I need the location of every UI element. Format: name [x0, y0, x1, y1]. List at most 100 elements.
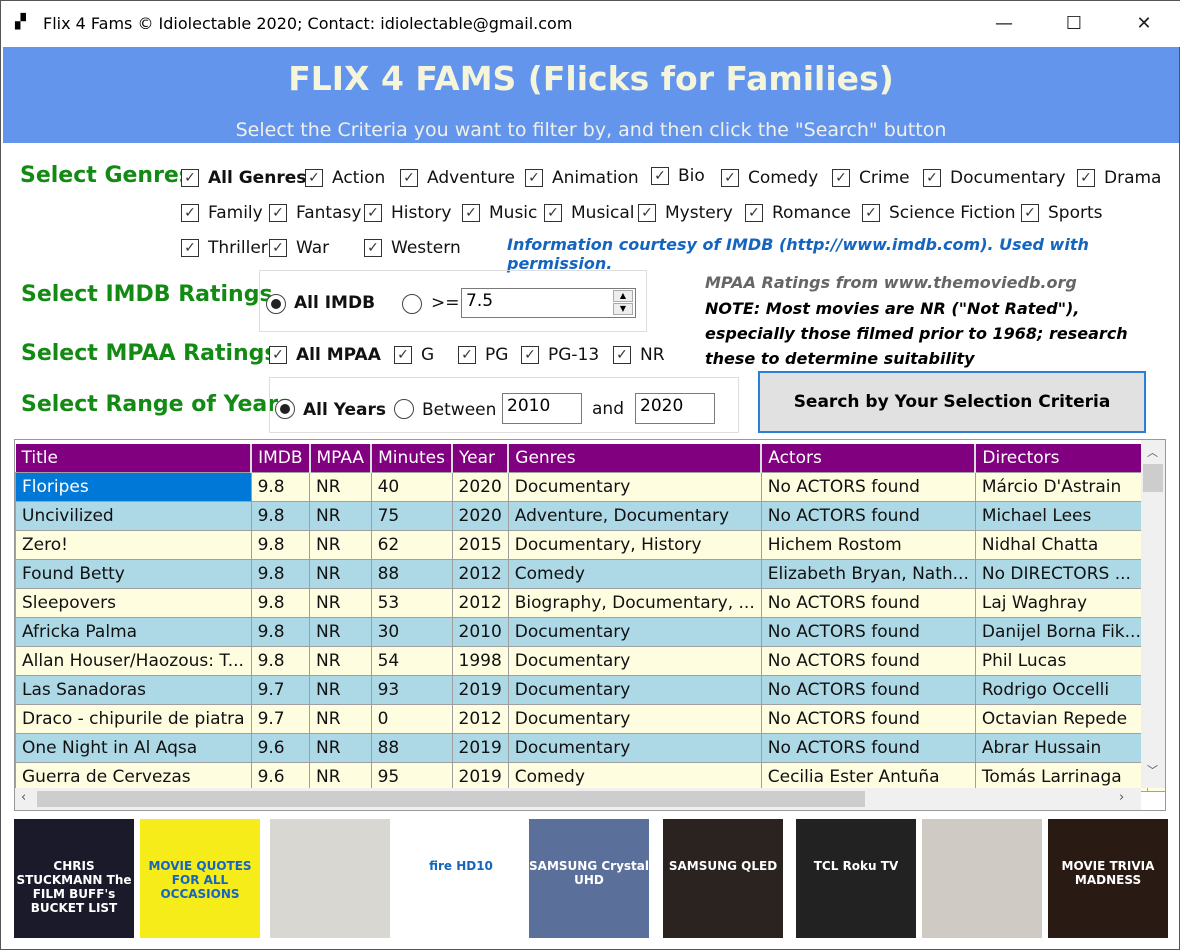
table-cell[interactable]: NR	[309, 500, 372, 531]
genre-checkbox[interactable]: ✓	[525, 169, 543, 187]
column-header[interactable]: Minutes	[371, 444, 453, 472]
table-cell[interactable]: Danijel Borna Fik...	[974, 616, 1148, 647]
search-button[interactable]: Search by Your Selection Criteria	[758, 371, 1146, 433]
table-cell[interactable]: 88	[370, 732, 453, 763]
table-cell[interactable]: 9.8	[250, 587, 311, 618]
table-cell[interactable]: 2019	[451, 761, 509, 792]
table-cell[interactable]: No ACTORS found	[760, 500, 976, 531]
ad-image[interactable]: SAMSUNG QLED	[663, 819, 783, 938]
table-cell[interactable]: 0	[370, 703, 453, 734]
table-cell[interactable]: 2012	[451, 587, 509, 618]
genre-checkbox[interactable]: ✓	[305, 169, 323, 187]
table-cell[interactable]: 88	[370, 558, 453, 589]
table-cell[interactable]: 9.7	[250, 674, 311, 705]
ad-image[interactable]	[922, 819, 1042, 938]
maximize-button[interactable]: ☐	[1051, 9, 1097, 39]
table-cell[interactable]: Sleepovers	[15, 587, 252, 618]
genre-checkbox[interactable]: ✓	[400, 169, 418, 187]
table-cell[interactable]: Biography, Documentary, ...	[507, 587, 762, 618]
mpaa-checkbox[interactable]: ✓	[458, 346, 476, 364]
table-row[interactable]: Africka Palma 9.8 NR 30 2010 Documentary No AC…	[15, 616, 1165, 647]
table-cell[interactable]: Documentary	[507, 674, 762, 705]
table-cell[interactable]: 9.8	[250, 645, 311, 676]
table-cell[interactable]: Zero!	[15, 529, 252, 560]
column-header[interactable]: Title	[15, 444, 253, 472]
genre-checkbox[interactable]: ✓	[181, 239, 199, 257]
all-years-radio[interactable]	[275, 399, 295, 419]
table-row[interactable]: Sleepovers 9.8 NR 53 2012 Biography, Document…	[15, 587, 1165, 618]
ad-image[interactable]: TCL Roku TV	[796, 819, 916, 938]
column-header[interactable]: IMDB	[251, 444, 311, 472]
table-row[interactable]: Zero! 9.8 NR 62 2015 Documentary, History Hich…	[15, 529, 1165, 560]
scroll-up-icon[interactable]: ︿	[1147, 444, 1158, 460]
genre-checkbox[interactable]: ✓	[544, 204, 562, 222]
table-cell[interactable]: 9.8	[250, 616, 311, 647]
table-cell[interactable]: Comedy	[507, 761, 762, 792]
table-cell[interactable]: 2015	[451, 529, 509, 560]
ad-image[interactable]: SAMSUNG Crystal UHD	[529, 819, 649, 938]
genre-checkbox[interactable]: ✓	[721, 169, 739, 187]
table-cell[interactable]: Uncivilized	[15, 500, 252, 531]
vertical-scrollbar[interactable]: ︿ ﹀	[1141, 440, 1165, 788]
scroll-left-icon[interactable]: ‹	[21, 790, 26, 805]
year-to-input[interactable]: 2020	[635, 393, 715, 424]
table-cell[interactable]: NR	[309, 761, 372, 792]
genre-checkbox[interactable]: ✓	[651, 167, 669, 185]
table-cell[interactable]: No ACTORS found	[760, 674, 976, 705]
table-cell[interactable]: 9.6	[250, 761, 311, 792]
genre-checkbox[interactable]: ✓	[832, 169, 850, 187]
table-cell[interactable]: Floripes	[15, 471, 252, 502]
table-cell[interactable]: 30	[370, 616, 453, 647]
table-cell[interactable]: 75	[370, 500, 453, 531]
table-cell[interactable]: Allan Houser/Haozous: T...	[15, 645, 252, 676]
table-cell[interactable]: NR	[309, 703, 372, 734]
table-cell[interactable]: 2019	[451, 674, 509, 705]
imdb-rating-stepper[interactable]: 7.5 ▲ ▼	[461, 288, 636, 318]
horizontal-scrollbar[interactable]: ‹ ›	[15, 788, 1141, 810]
genre-checkbox[interactable]: ✓	[862, 204, 880, 222]
table-cell[interactable]: 9.8	[250, 558, 311, 589]
column-header[interactable]: Directors	[975, 444, 1149, 472]
genre-checkbox[interactable]: ✓	[745, 204, 763, 222]
table-cell[interactable]: Rodrigo Occelli	[974, 674, 1148, 705]
table-cell[interactable]: NR	[309, 471, 372, 502]
table-cell[interactable]: 2020	[451, 500, 509, 531]
table-cell[interactable]: 62	[370, 529, 453, 560]
column-header[interactable]: Year	[452, 444, 510, 472]
genre-checkbox[interactable]: ✓	[1077, 169, 1095, 187]
ad-image[interactable]	[270, 819, 390, 938]
imdb-gte-radio[interactable]	[402, 294, 422, 314]
table-cell[interactable]: 93	[370, 674, 453, 705]
table-cell[interactable]: NR	[309, 732, 372, 763]
column-header[interactable]: MPAA	[309, 444, 373, 472]
table-cell[interactable]: Elizabeth Bryan, Nath...	[760, 558, 976, 589]
column-header[interactable]: Actors	[761, 444, 977, 472]
ad-image[interactable]: fire HD10	[401, 819, 521, 938]
table-cell[interactable]: 9.8	[250, 500, 311, 531]
ad-image[interactable]: MOVIE TRIVIA MADNESS	[1048, 819, 1168, 938]
table-cell[interactable]: 2020	[451, 471, 509, 502]
close-button[interactable]: ✕	[1121, 9, 1167, 39]
spin-down-icon[interactable]: ▼	[613, 303, 633, 315]
vertical-scroll-thumb[interactable]	[1143, 464, 1163, 492]
table-cell[interactable]: Documentary	[507, 616, 762, 647]
column-header[interactable]: Genres	[508, 444, 763, 472]
genre-checkbox[interactable]: ✓	[181, 169, 199, 187]
table-cell[interactable]: Draco - chipurile de piatra	[15, 703, 252, 734]
table-cell[interactable]: No ACTORS found	[760, 587, 976, 618]
table-cell[interactable]: Laj Waghray	[974, 587, 1148, 618]
scroll-right-icon[interactable]: ›	[1119, 790, 1124, 805]
table-cell[interactable]: NR	[309, 616, 372, 647]
table-cell[interactable]: Phil Lucas	[974, 645, 1148, 676]
genre-checkbox[interactable]: ✓	[181, 204, 199, 222]
table-cell[interactable]: Michael Lees	[974, 500, 1148, 531]
table-row[interactable]: Found Betty 9.8 NR 88 2012 Comedy Elizabeth Br…	[15, 558, 1165, 589]
table-cell[interactable]: 2019	[451, 732, 509, 763]
table-cell[interactable]: One Night in Al Aqsa	[15, 732, 252, 763]
table-cell[interactable]: 40	[370, 471, 453, 502]
table-cell[interactable]: Documentary	[507, 732, 762, 763]
mpaa-checkbox[interactable]: ✓	[521, 346, 539, 364]
table-row[interactable]: Las Sanadoras 9.7 NR 93 2019 Documentary No AC…	[15, 674, 1165, 705]
table-cell[interactable]: 9.8	[250, 529, 311, 560]
genre-checkbox[interactable]: ✓	[462, 204, 480, 222]
